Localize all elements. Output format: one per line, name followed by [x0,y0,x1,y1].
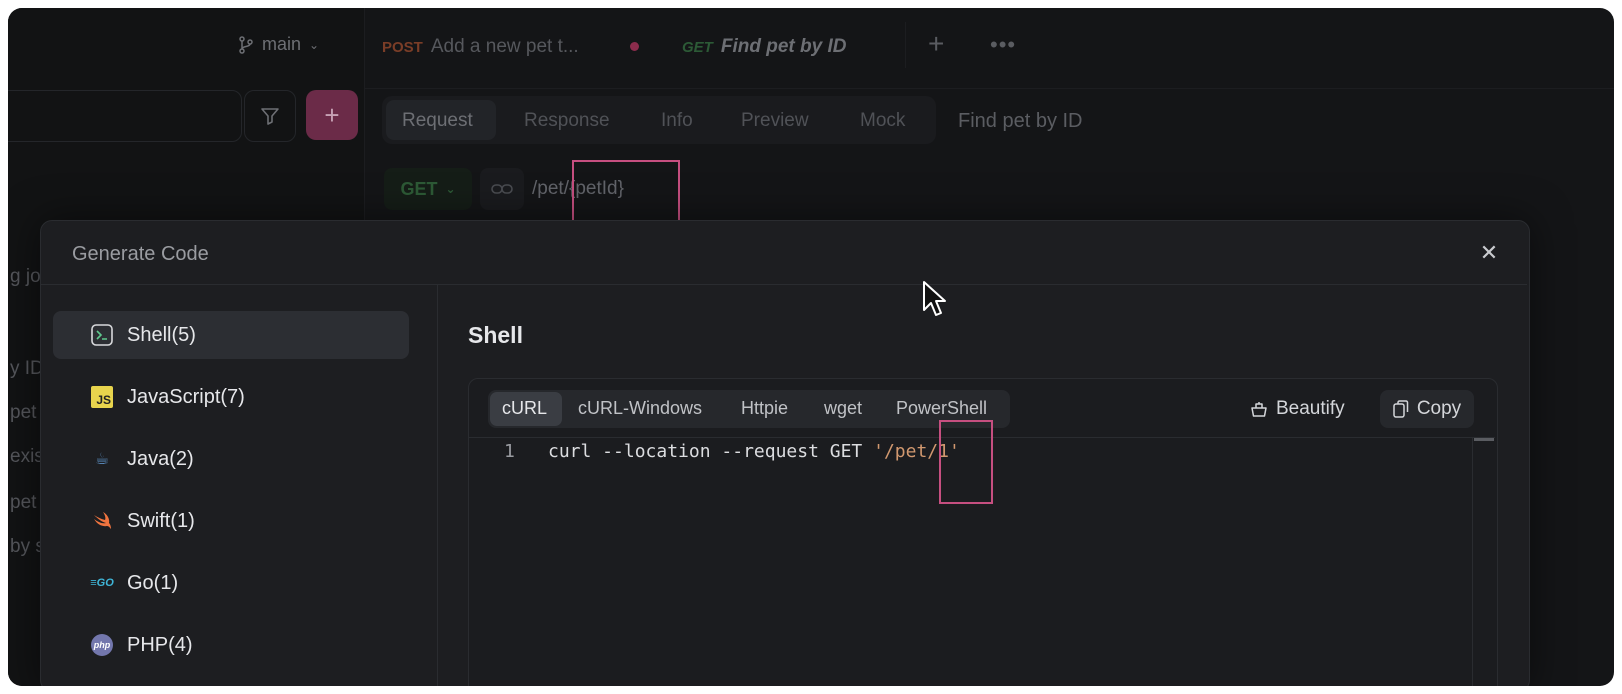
highlight-box [572,160,680,227]
language-item-php[interactable]: php PHP(4) [53,621,409,669]
code-command: curl --location --request GET [548,441,874,462]
tab-info[interactable]: Info [661,110,693,132]
sidebar-item[interactable]: pet [10,402,36,424]
language-label: Go(1) [127,571,179,594]
code-tab-curl-windows[interactable]: cURL-Windows [578,398,702,419]
language-label: JavaScript(7) [127,385,245,408]
app-window: main ⌄ + g jo y ID pet exis pet by s POS… [8,8,1614,686]
line-number: 1 [504,441,515,462]
mouse-cursor-icon [923,281,946,316]
language-label: Swift(1) [127,509,195,532]
code-tab-wget[interactable]: wget [824,398,862,419]
chevron-down-icon: ⌄ [445,182,456,196]
sidebar-item[interactable]: y ID [10,358,44,380]
beautify-label: Beautify [1276,398,1345,419]
sidebar-item[interactable]: g jo [10,266,41,288]
language-label: PHP(4) [127,633,193,656]
sidebar-item[interactable]: pet [10,492,36,514]
language-item-swift[interactable]: Swift(1) [53,497,409,545]
link-icon [491,184,513,194]
language-item-shell[interactable]: Shell(5) [53,311,409,359]
tab-response[interactable]: Response [524,110,610,132]
filter-button[interactable] [244,90,296,142]
language-label: Shell(5) [127,323,196,346]
go-icon: ≡GO [90,577,114,589]
highlight-box [939,420,993,504]
tab-find-pet[interactable]: GET Find pet by ID [682,36,846,58]
close-icon[interactable]: ✕ [1474,238,1504,268]
terminal-icon [91,324,113,346]
beautify-icon [1251,402,1267,417]
tab-divider [905,22,906,68]
code-scrollbar[interactable] [1472,438,1495,686]
code-tab-curl[interactable]: cURL [502,398,547,419]
filter-icon [261,108,279,125]
tab-label: Add a new pet t... [430,36,579,57]
tab-mock[interactable]: Mock [860,110,905,132]
swift-icon [91,510,113,532]
copy-label: Copy [1416,398,1462,419]
modal-title: Generate Code [72,243,209,265]
java-icon: ☕ [94,451,110,468]
javascript-icon: JS [91,386,113,408]
code-tab-powershell[interactable]: PowerShell [896,398,987,419]
unsaved-dot-icon [630,42,639,51]
plus-icon: + [324,99,340,130]
tab-preview[interactable]: Preview [741,110,809,132]
tab-request[interactable]: Request [402,110,473,132]
copy-button[interactable]: Copy [1380,390,1474,428]
sidebar-search-input[interactable] [8,90,242,142]
scroll-thumb[interactable] [1474,438,1494,441]
method-select[interactable]: GET ⌄ [384,168,472,210]
language-item-go[interactable]: ≡GO Go(1) [53,559,409,607]
method-value: GET [400,178,438,199]
section-title: Shell [468,322,523,348]
beautify-button[interactable]: Beautify [1250,398,1345,420]
method-badge-get: GET [682,38,713,56]
method-badge-post: POST [382,38,423,56]
branch-selector[interactable]: main ⌄ [238,34,319,55]
chevron-down-icon: ⌄ [309,37,320,52]
request-name: Find pet by ID [958,110,1083,132]
code-tab-httpie[interactable]: Httpie [741,398,788,419]
language-label: Java(2) [127,447,194,470]
language-item-java[interactable]: ☕ Java(2) [53,435,409,483]
tab-label: Find pet by ID [720,36,847,57]
code-line: curl --location --request GET '/pet/1' [548,441,960,462]
tab-add-pet[interactable]: POST Add a new pet t... [382,36,579,58]
copy-icon [1393,400,1409,418]
php-icon: php [91,634,113,656]
branch-name: main [262,34,302,54]
add-button[interactable]: + [306,90,358,140]
git-branch-icon [239,35,253,54]
link-button[interactable] [480,168,524,210]
new-tab-icon[interactable]: + [928,28,944,60]
language-item-javascript[interactable]: JS JavaScript(7) [53,373,409,421]
sidebar-item[interactable]: exis [10,446,44,468]
more-icon[interactable]: ••• [990,32,1016,58]
